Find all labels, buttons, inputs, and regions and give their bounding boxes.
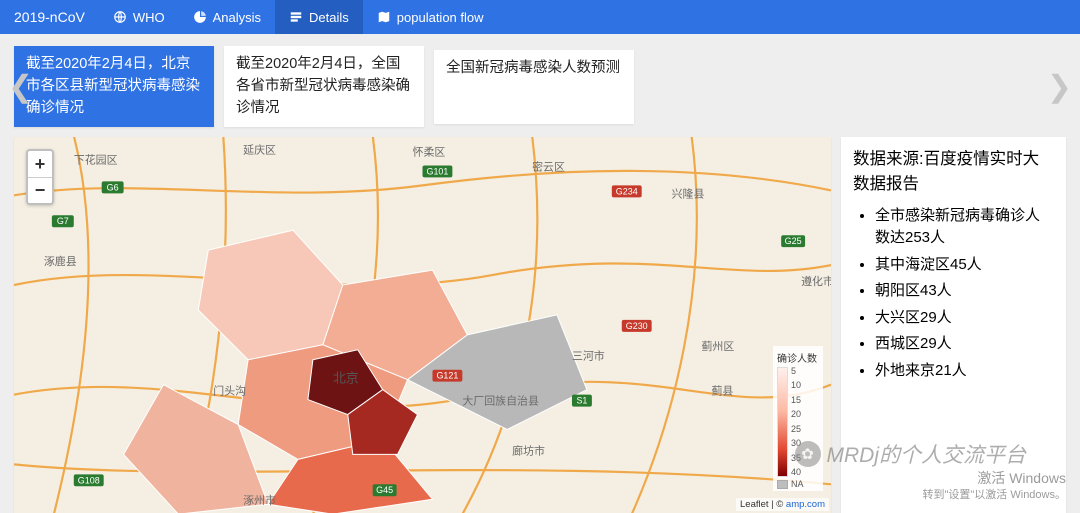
nav-item-label: Analysis <box>213 10 261 25</box>
road-shield: G108 <box>74 475 104 487</box>
place-label: 蓟县 <box>711 385 733 398</box>
watermark-text: MRDj的个人交流平台 <box>827 439 1027 469</box>
svg-text:G25: G25 <box>785 236 802 246</box>
pie-icon <box>193 10 207 24</box>
place-label: 大厂回族自治县 <box>462 394 539 408</box>
svg-text:G234: G234 <box>616 187 638 197</box>
place-label: 蓟州区 <box>701 340 734 353</box>
place-label: 延庆区 <box>243 143 276 157</box>
svg-text:G230: G230 <box>626 321 648 331</box>
place-label: 遵化市 <box>801 274 831 288</box>
wechat-icon: ✿ <box>795 441 821 467</box>
place-label: 廊坊市 <box>512 444 545 458</box>
road-shield: G234 <box>612 186 642 198</box>
svg-text:G45: G45 <box>376 486 393 496</box>
legend-tick: 20 <box>791 410 801 419</box>
svg-text:G108: G108 <box>78 476 100 486</box>
list-item: 朝阳区43人 <box>875 280 1054 303</box>
list-item: 大兴区29人 <box>875 307 1054 330</box>
navbar: 2019-nCoV WHO Analysis Details populatio… <box>0 0 1080 34</box>
legend-tick: 5 <box>791 367 801 376</box>
windows-activation-watermark: 激活 Windows 转到"设置"以激活 Windows。 <box>923 469 1067 503</box>
windows-activation-line1: 激活 Windows <box>923 469 1067 488</box>
nav-item-analysis[interactable]: Analysis <box>179 0 275 34</box>
sidebar-title: 数据来源:百度疫情实时大数据报告 <box>853 147 1054 197</box>
map-panel[interactable]: G6 G7 G101 G234 G25 G121 G230 S1 G108 G4… <box>14 137 831 513</box>
map-legend: 确诊人数 5 10 15 20 25 30 35 40 NA <box>773 346 823 491</box>
legend-tick: 10 <box>791 381 801 390</box>
road-shield: G7 <box>52 216 74 228</box>
road-shield: G45 <box>373 485 397 497</box>
nav-item-label: Details <box>309 10 349 25</box>
nav-item-details[interactable]: Details <box>275 0 363 34</box>
zoom-in-button[interactable]: + <box>28 151 52 177</box>
road-shield: G25 <box>781 235 805 247</box>
list-item: 全市感染新冠病毒确诊人数达253人 <box>875 205 1054 250</box>
legend-tick: 15 <box>791 396 801 405</box>
svg-text:G7: G7 <box>57 216 69 226</box>
legend-na-swatch <box>777 480 788 489</box>
road-shield: G101 <box>423 166 453 178</box>
place-label: 门头沟 <box>213 384 246 398</box>
place-label: 怀柔区 <box>413 146 446 159</box>
app-brand: 2019-nCoV <box>0 9 99 25</box>
list-item: 西城区29人 <box>875 333 1054 356</box>
svg-text:G121: G121 <box>436 371 458 381</box>
carousel-prev-button[interactable]: ❮ <box>2 63 39 110</box>
zoom-out-button[interactable]: − <box>28 177 52 203</box>
carousel-tile[interactable]: 截至2020年2月4日，全国各省市新型冠状病毒感染确诊情况 <box>224 46 424 127</box>
carousel-next-button[interactable]: ❯ <box>1041 63 1078 110</box>
sidebar-list: 全市感染新冠病毒确诊人数达253人 其中海淀区45人 朝阳区43人 大兴区29人… <box>853 205 1054 383</box>
zoom-control: + − <box>26 149 54 205</box>
road-shield: G121 <box>432 370 462 382</box>
place-label: 下花园区 <box>74 154 118 167</box>
legend-na-label: NA <box>791 479 804 489</box>
place-label: 兴隆县 <box>672 187 705 201</box>
legend-tick: 40 <box>791 468 801 477</box>
wechat-watermark: ✿ MRDj的个人交流平台 <box>795 439 1027 469</box>
carousel-tile[interactable]: 截至2020年2月4日，北京市各区县新型冠状病毒感染确诊情况 <box>14 46 214 127</box>
legend-title: 确诊人数 <box>777 350 819 365</box>
legend-tick: 25 <box>791 425 801 434</box>
list-item: 外地来京21人 <box>875 360 1054 383</box>
list-item: 其中海淀区45人 <box>875 254 1054 277</box>
place-label: 三河市 <box>572 349 605 363</box>
nav-item-label: population flow <box>397 10 484 25</box>
legend-color-bar <box>777 367 788 477</box>
attribution-link[interactable]: amp.com <box>786 499 825 510</box>
map-icon <box>377 10 391 24</box>
svg-text:G101: G101 <box>426 167 448 177</box>
globe-icon <box>113 10 127 24</box>
road-shield: G230 <box>622 320 652 332</box>
road-shield: G6 <box>102 182 124 194</box>
attribution-leaflet[interactable]: Leaflet <box>740 499 769 510</box>
carousel: ❮ 截至2020年2月4日，北京市各区县新型冠状病毒感染确诊情况 截至2020年… <box>14 46 1066 127</box>
windows-activation-line2: 转到"设置"以激活 Windows。 <box>923 488 1067 503</box>
svg-text:S1: S1 <box>576 396 587 406</box>
svg-text:G6: G6 <box>107 183 119 193</box>
nav-item-population-flow[interactable]: population flow <box>363 0 498 34</box>
nav-item-who[interactable]: WHO <box>99 0 179 34</box>
road-shield: S1 <box>572 395 592 407</box>
place-label: 涿州市 <box>243 493 276 507</box>
place-label: 涿鹿县 <box>44 254 77 268</box>
nav-item-label: WHO <box>133 10 165 25</box>
details-icon <box>289 10 303 24</box>
carousel-tile[interactable]: 全国新冠病毒感染人数预测 <box>434 50 634 124</box>
choropleth-map[interactable]: G6 G7 G101 G234 G25 G121 G230 S1 G108 G4… <box>14 137 831 513</box>
place-label: 密云区 <box>532 160 565 174</box>
map-attribution: Leaflet | © amp.com <box>736 498 829 511</box>
place-label: 北京 <box>333 371 359 386</box>
